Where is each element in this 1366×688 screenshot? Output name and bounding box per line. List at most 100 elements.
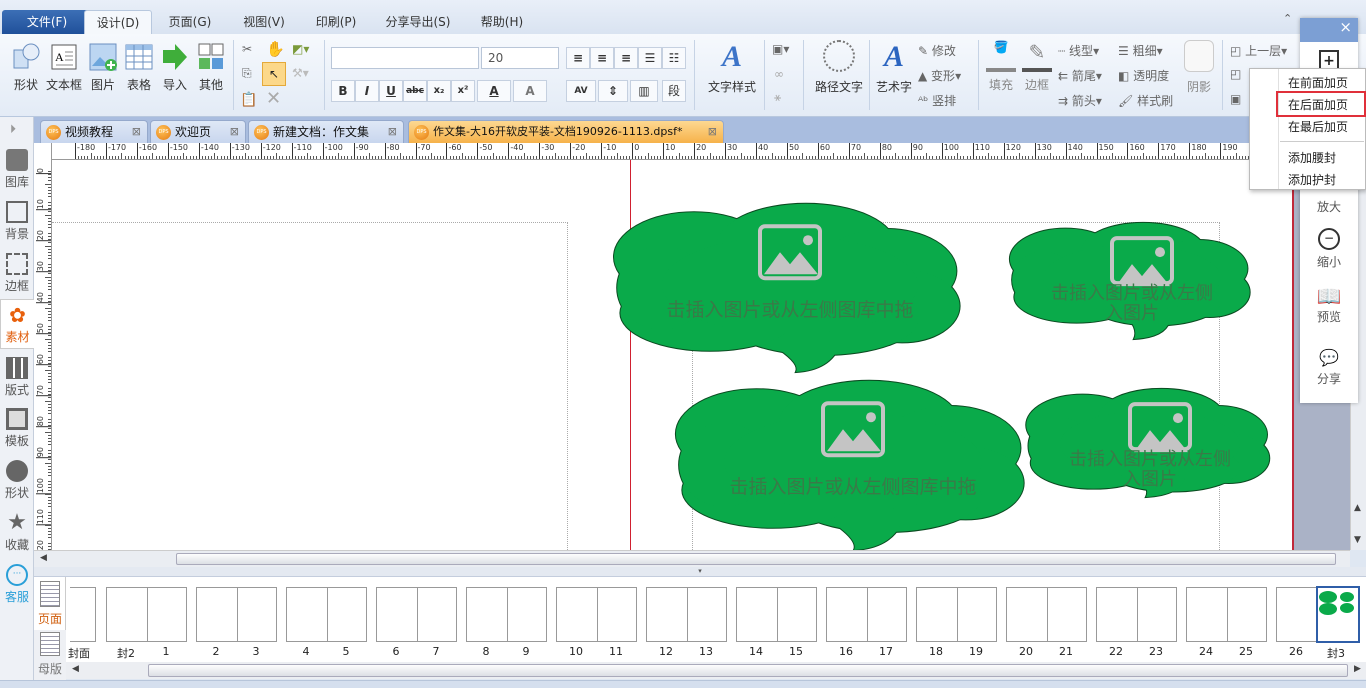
share-button[interactable]: 💬 分享 <box>1300 346 1358 387</box>
page-spread-thumbnail[interactable] <box>1006 587 1087 642</box>
menu-item-add-before[interactable]: 在前面加页 <box>1288 74 1348 91</box>
page-spread-thumbnail[interactable] <box>556 587 637 642</box>
horizontal-scrollbar[interactable]: ◀ <box>34 550 1350 567</box>
thumb-tab-master[interactable]: 母版 <box>34 630 66 680</box>
sidebar-item-material[interactable]: ✿ 素材 <box>0 299 34 349</box>
doc-tab-active[interactable]: DPS 作文集-大16开软皮平装-文档190926-1113.dpsf* ⊠ <box>408 120 724 143</box>
font-color-button[interactable]: A <box>477 80 511 102</box>
table-button[interactable]: 表格 <box>122 42 156 93</box>
scroll-thumb[interactable] <box>176 553 1336 565</box>
sidebar-item-border[interactable]: 边框 <box>0 253 34 294</box>
crop-icon[interactable]: ◩▾ <box>292 42 309 56</box>
layer-down-icon[interactable]: ◰ <box>1230 67 1241 81</box>
import-button[interactable]: 导入 <box>158 42 192 93</box>
scroll-up-icon[interactable]: ▲ <box>1354 503 1361 513</box>
italic-button[interactable]: I <box>355 80 379 102</box>
doc-tab[interactable]: DPS 欢迎页 ⊠ <box>150 120 246 143</box>
page-spread-thumbnail[interactable] <box>196 587 277 642</box>
selected-page-thumbnail[interactable] <box>1316 586 1360 643</box>
cloud-callout-shape[interactable]: 击插入图片或从左侧入图片 <box>1008 221 1251 341</box>
scroll-right-icon[interactable]: ▶ <box>1354 664 1361 674</box>
scroll-down-icon[interactable]: ▼ <box>1354 535 1361 545</box>
scroll-left-icon[interactable]: ◀ <box>72 664 79 674</box>
sidebar-item-favorites[interactable]: ★ 收藏 <box>0 512 34 553</box>
line-spacing-icon[interactable]: ⇕ <box>598 80 628 102</box>
underline-button[interactable]: U <box>379 80 403 102</box>
panel-splitter[interactable]: ▾ <box>34 567 1366 576</box>
page-canvas[interactable]: 击插入图片或从左侧图库中拖 击插入图片或从左侧 入图片 击插入图片或从左侧图库中拖 击插… <box>52 160 1292 550</box>
scroll-thumb[interactable] <box>148 664 1348 677</box>
page-spread-thumbnail[interactable] <box>376 587 457 642</box>
hand-icon[interactable]: ✋ <box>266 40 285 58</box>
zoom-in-button[interactable]: 放大 <box>1300 198 1358 215</box>
close-tab-icon[interactable]: ⊠ <box>388 121 397 143</box>
page-thumbnail[interactable] <box>1276 587 1317 642</box>
style-brush-button[interactable]: 🖌 样式刷 <box>1118 92 1173 109</box>
paste-icon[interactable]: 📋 <box>240 92 257 108</box>
line-type-button[interactable]: ┈ 线型▾ <box>1058 42 1099 59</box>
art-text-button[interactable]: A 艺术字 <box>872 40 916 95</box>
zoom-out-button[interactable]: − 缩小 <box>1300 228 1358 270</box>
thumbnail-scrollbar[interactable]: ◀ ▶ <box>66 662 1366 679</box>
arrow-head-button[interactable]: ⇉ 箭头▾ <box>1058 92 1102 109</box>
cloud-callout-shape[interactable]: 击插入图片或从左侧入图片 <box>1025 387 1271 499</box>
doc-tab[interactable]: DPS 视频教程 ⊠ <box>40 120 148 143</box>
menu-tab-design[interactable]: 设计(D) <box>84 10 152 34</box>
page-spread-thumbnail[interactable] <box>286 587 367 642</box>
page-spread-thumbnail[interactable] <box>1096 587 1177 642</box>
menu-tab-share-export[interactable]: 分享导出(S) <box>378 10 458 34</box>
sidebar-item-background[interactable]: 背景 <box>0 201 34 242</box>
justify-icon[interactable]: ☰ <box>638 47 662 69</box>
layer-up-button[interactable]: ◰ 上一层▾ <box>1230 42 1287 59</box>
font-size-select[interactable]: 20 <box>481 47 559 69</box>
sidebar-item-shape[interactable]: 形状 <box>0 460 34 501</box>
highlight-color-button[interactable]: A <box>513 80 547 102</box>
image-button[interactable]: 图片 <box>86 42 120 93</box>
scroll-left-icon[interactable]: ◀ <box>40 553 47 563</box>
font-name-select[interactable] <box>331 47 479 69</box>
text-frame-icon[interactable]: ▣▾ <box>772 42 789 56</box>
menu-tab-page[interactable]: 页面(G) <box>158 10 222 34</box>
close-tab-icon[interactable]: ⊠ <box>708 121 717 143</box>
bold-button[interactable]: B <box>331 80 355 102</box>
cloud-callout-shape[interactable]: 击插入图片或从左侧图库中拖 <box>613 202 961 374</box>
page-spread-thumbnail[interactable] <box>736 587 817 642</box>
delete-icon[interactable]: ✕ <box>266 88 281 109</box>
menu-tab-view[interactable]: 视图(V) <box>232 10 296 34</box>
columns-icon[interactable]: ▥ <box>630 80 658 102</box>
unlink-icon[interactable]: ⚹ <box>774 90 781 105</box>
textbox-button[interactable]: A 文本框 <box>44 42 84 93</box>
fill-button[interactable]: 🪣 填充 <box>984 40 1018 93</box>
superscript-button[interactable]: x² <box>451 80 475 102</box>
transparency-button[interactable]: ◧ 透明度 <box>1118 67 1169 84</box>
other-button[interactable]: 其他 <box>194 42 228 93</box>
page-spread-thumbnail[interactable] <box>916 587 997 642</box>
menu-item-add-last[interactable]: 在最后加页 <box>1288 118 1348 135</box>
art-vertical-button[interactable]: ᴬᵇ 竖排 <box>918 92 956 109</box>
cloud-shapes[interactable]: 击插入图片或从左侧图库中拖击插入图片或从左侧入图片击插入图片或从左侧图库中拖击插… <box>52 160 1292 550</box>
line-weight-button[interactable]: ☰ 粗细▾ <box>1118 42 1163 59</box>
paragraph-button[interactable]: 段 <box>662 80 686 102</box>
strikethrough-button[interactable]: abc <box>403 80 427 102</box>
page-spread-thumbnail[interactable] <box>1186 587 1267 642</box>
path-text-button[interactable]: 路径文字 <box>810 40 868 95</box>
menu-tab-file[interactable]: 文件(F) <box>2 10 92 34</box>
align-left-icon[interactable]: ≡ <box>566 47 590 69</box>
collapse-ribbon-icon[interactable]: ⌃ <box>1283 12 1292 25</box>
group-icon[interactable]: ▣ <box>1230 92 1241 106</box>
cut-icon[interactable]: ✂ <box>242 42 252 56</box>
shadow-button[interactable]: 阴影 <box>1182 40 1216 95</box>
close-panel-button[interactable]: × <box>1300 18 1358 42</box>
shape-button[interactable]: 形状 <box>8 42 44 93</box>
magic-wand-icon[interactable]: ⚒▾ <box>292 66 309 80</box>
menu-item-add-dust-jacket[interactable]: 添加护封 <box>1288 171 1336 188</box>
page-spread-thumbnail[interactable] <box>646 587 727 642</box>
menu-tab-print[interactable]: 印刷(P) <box>304 10 368 34</box>
preview-button[interactable]: 📖 预览 <box>1300 284 1358 325</box>
border-button[interactable]: ✎ 边框 <box>1020 40 1054 93</box>
close-tab-icon[interactable]: ⊠ <box>230 121 239 143</box>
sidebar-item-support[interactable]: ··· 客服 <box>0 564 34 605</box>
art-modify-button[interactable]: ✎ 修改 <box>918 42 956 59</box>
menu-tab-help[interactable]: 帮助(H) <box>470 10 534 34</box>
expand-sidebar-icon[interactable]: ⏵ <box>10 122 16 137</box>
